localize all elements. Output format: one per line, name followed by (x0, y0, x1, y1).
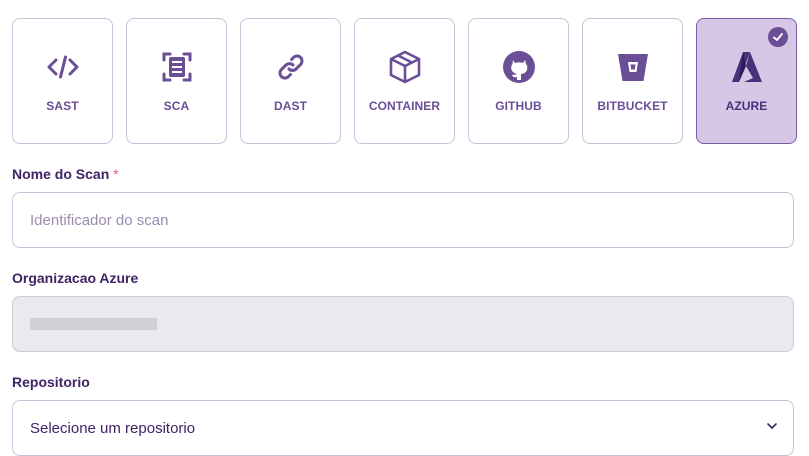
document-scan-icon (159, 49, 195, 85)
scan-type-label: SCA (163, 99, 190, 113)
scan-type-card-azure[interactable]: AZURE (696, 18, 797, 144)
scan-name-label: Nome do Scan * (12, 166, 119, 182)
repository-label: Repositorio (12, 374, 90, 390)
chevron-down-icon (765, 419, 779, 437)
redacted-value (30, 318, 157, 330)
checkmark-icon (768, 27, 788, 47)
scan-type-label: DAST (273, 99, 308, 113)
code-icon (45, 49, 81, 85)
scan-type-card-github[interactable]: GITHUB (468, 18, 569, 144)
scan-type-label: CONTAINER (368, 99, 441, 113)
scan-type-selector: SAST SCA DAST CONTAINER GITHUB BITBUCKET… (12, 18, 797, 144)
box-icon (387, 49, 423, 85)
organization-label: Organizacao Azure (12, 270, 139, 286)
repository-select-value: Selecione um repositorio (30, 419, 196, 437)
scan-type-label: AZURE (725, 99, 768, 113)
github-icon (501, 49, 537, 85)
azure-icon (729, 49, 765, 85)
repository-select[interactable]: Selecione um repositorio (12, 400, 794, 456)
scan-type-card-sast[interactable]: SAST (12, 18, 113, 144)
link-icon (273, 49, 309, 85)
scan-type-label: SAST (46, 99, 79, 113)
scan-name-placeholder: Identificador do scan (30, 211, 169, 229)
scan-type-card-bitbucket[interactable]: BITBUCKET (582, 18, 683, 144)
scan-type-card-dast[interactable]: DAST (240, 18, 341, 144)
scan-name-input[interactable]: Identificador do scan (12, 192, 794, 248)
bitbucket-icon (615, 49, 651, 85)
organization-input (12, 296, 794, 352)
scan-type-card-container[interactable]: CONTAINER (354, 18, 455, 144)
required-mark: * (113, 166, 119, 182)
scan-type-card-sca[interactable]: SCA (126, 18, 227, 144)
scan-type-label: BITBUCKET (597, 99, 668, 113)
scan-type-label: GITHUB (495, 99, 542, 113)
